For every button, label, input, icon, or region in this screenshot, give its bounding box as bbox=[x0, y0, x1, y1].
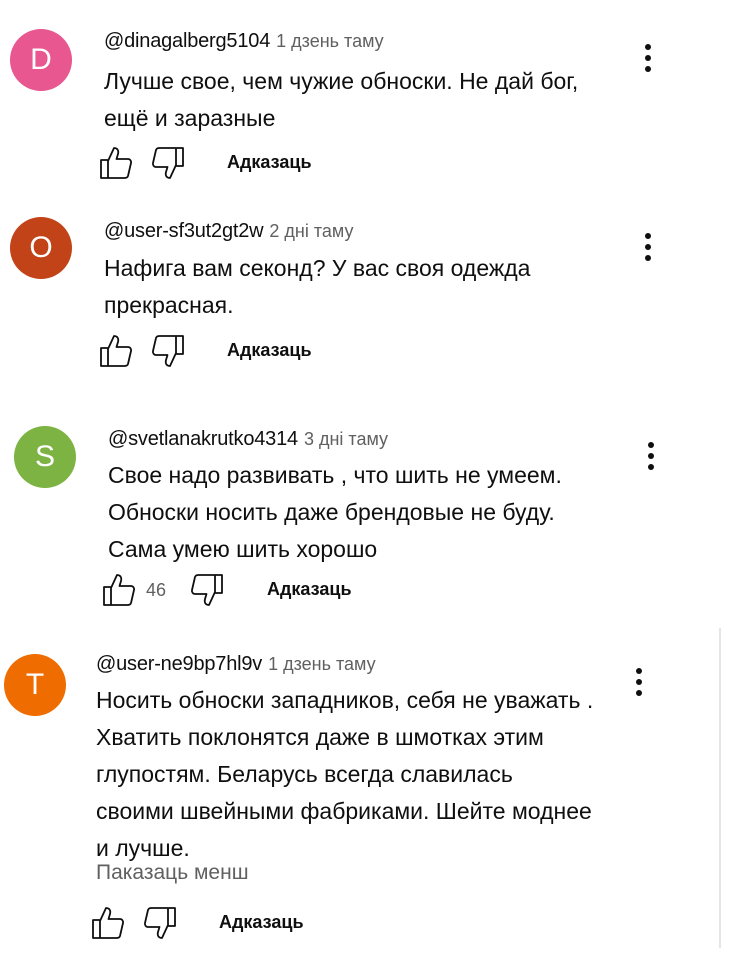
comment-text-line: своими швейными фабриками. Шейте моднее bbox=[96, 798, 592, 824]
reply-button[interactable]: Адказаць bbox=[227, 340, 312, 361]
comment-text-line: Лучше свое, чем чужие обноски. Не дай бо… bbox=[104, 68, 579, 94]
comment-item: O @user-sf3ut2gt2w 2 дні таму Нафига вам … bbox=[0, 190, 732, 385]
comment-text: Нафига вам секонд? У вас своя одежда пре… bbox=[104, 250, 530, 324]
comment-text-line: Нафига вам секонд? У вас своя одежда bbox=[104, 255, 531, 281]
author-handle[interactable]: @user-ne9bp7hl9v bbox=[96, 653, 262, 675]
thumb-up-icon[interactable] bbox=[102, 572, 136, 608]
like-count: 46 bbox=[146, 580, 167, 600]
reply-button[interactable]: Адказаць bbox=[219, 912, 304, 933]
comment-text: Лучше свое, чем чужие обноски. Не дай бо… bbox=[104, 63, 578, 137]
comment-header: @dinagalberg5104 1 дзень таму bbox=[104, 30, 384, 53]
author-handle[interactable]: @svetlanakrutko4314 bbox=[108, 428, 298, 450]
comment-header: @user-ne9bp7hl9v 1 дзень таму bbox=[96, 653, 376, 676]
scrollbar[interactable] bbox=[719, 628, 721, 948]
avatar[interactable]: D bbox=[10, 29, 72, 91]
thumb-up-icon[interactable] bbox=[99, 333, 133, 369]
reply-button[interactable]: Адказаць bbox=[227, 152, 312, 173]
comment-text-line: Носить обноски западников, себя не уважа… bbox=[96, 687, 594, 713]
comment-item: T @user-ne9bp7hl9v 1 дзень таму Носить об… bbox=[0, 630, 732, 955]
comment-text-line: Обноски носить даже брендовые не буду. bbox=[108, 499, 555, 525]
comment-actions: 46 Адказаць bbox=[102, 572, 432, 608]
comment-actions: Адказаць bbox=[99, 333, 399, 369]
comment-text-line: ещё и заразные bbox=[104, 105, 276, 131]
thumb-down-icon[interactable] bbox=[151, 333, 185, 369]
author-handle[interactable]: @user-sf3ut2gt2w bbox=[104, 220, 264, 242]
comment-time[interactable]: 1 дзень таму bbox=[276, 31, 384, 51]
comment-text-line: глупостям. Беларусь всегда славилась bbox=[96, 761, 513, 787]
thumb-up-icon[interactable] bbox=[99, 145, 133, 181]
avatar[interactable]: T bbox=[4, 654, 66, 716]
comment-text-line: Свое надо развивать , что шить не умеем. bbox=[108, 462, 562, 488]
show-less-button[interactable]: Паказаць менш bbox=[96, 861, 249, 885]
comment-text-line: Хватить поклонятся даже в шмотках этим bbox=[96, 724, 544, 750]
comment-text: Носить обноски западников, себя не уважа… bbox=[96, 682, 593, 867]
avatar[interactable]: S bbox=[14, 426, 76, 488]
comment-item: D @dinagalberg5104 1 дзень таму Лучше сво… bbox=[0, 0, 732, 190]
comment-text-line: Сама умею шить хорошо bbox=[108, 536, 378, 562]
thumb-down-icon[interactable] bbox=[143, 905, 177, 941]
comment-actions: Адказаць bbox=[91, 905, 391, 941]
author-handle[interactable]: @dinagalberg5104 bbox=[104, 30, 270, 52]
comment-time[interactable]: 1 дзень таму bbox=[268, 654, 376, 674]
comment-header: @user-sf3ut2gt2w 2 дні таму bbox=[104, 220, 354, 243]
comment-item: S @svetlanakrutko4314 3 дні таму Свое над… bbox=[0, 400, 732, 615]
comment-text-line: прекрасная. bbox=[104, 292, 234, 318]
more-vert-icon[interactable] bbox=[638, 44, 658, 78]
more-vert-icon[interactable] bbox=[629, 668, 649, 702]
more-vert-icon[interactable] bbox=[638, 233, 658, 267]
comment-time[interactable]: 3 дні таму bbox=[304, 429, 388, 449]
reply-button[interactable]: Адказаць bbox=[267, 579, 352, 600]
thumb-down-icon[interactable] bbox=[190, 572, 224, 608]
comment-text: Свое надо развивать , что шить не умеем.… bbox=[108, 457, 562, 568]
avatar[interactable]: O bbox=[10, 217, 72, 279]
comment-actions: Адказаць bbox=[99, 145, 399, 181]
thumb-down-icon[interactable] bbox=[151, 145, 185, 181]
thumb-up-icon[interactable] bbox=[91, 905, 125, 941]
more-vert-icon[interactable] bbox=[641, 442, 661, 476]
comment-time[interactable]: 2 дні таму bbox=[269, 221, 353, 241]
comment-header: @svetlanakrutko4314 3 дні таму bbox=[108, 428, 388, 451]
